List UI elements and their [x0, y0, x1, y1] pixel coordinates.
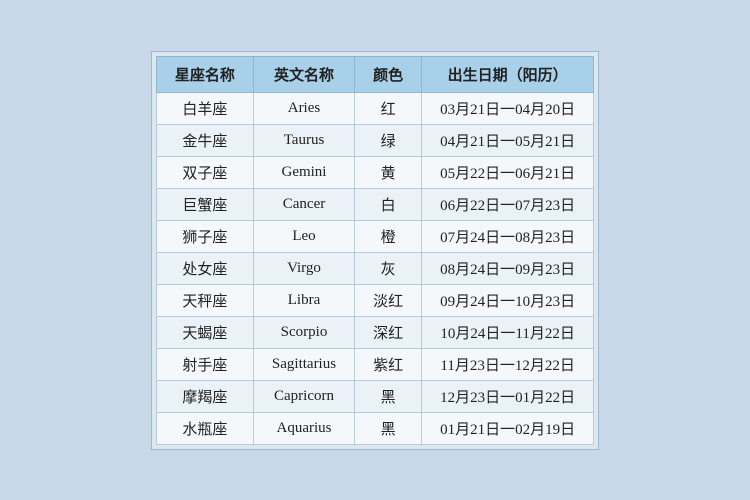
cell-english: Capricorn: [253, 380, 354, 412]
cell-english: Cancer: [253, 188, 354, 220]
cell-chinese: 金牛座: [156, 124, 253, 156]
cell-chinese: 摩羯座: [156, 380, 253, 412]
zodiac-table-container: 星座名称 英文名称 颜色 出生日期（阳历） 白羊座Aries红03月21日一04…: [151, 51, 599, 450]
col-header-date: 出生日期（阳历）: [422, 56, 594, 92]
table-row: 水瓶座Aquarius黑01月21日一02月19日: [156, 412, 593, 444]
cell-english: Scorpio: [253, 316, 354, 348]
cell-english: Aquarius: [253, 412, 354, 444]
cell-color: 白: [355, 188, 422, 220]
cell-chinese: 白羊座: [156, 92, 253, 124]
cell-date: 11月23日一12月22日: [422, 348, 594, 380]
cell-date: 10月24日一11月22日: [422, 316, 594, 348]
table-row: 摩羯座Capricorn黑12月23日一01月22日: [156, 380, 593, 412]
cell-color: 黄: [355, 156, 422, 188]
cell-color: 橙: [355, 220, 422, 252]
cell-date: 12月23日一01月22日: [422, 380, 594, 412]
cell-date: 03月21日一04月20日: [422, 92, 594, 124]
col-header-english: 英文名称: [253, 56, 354, 92]
cell-color: 绿: [355, 124, 422, 156]
cell-color: 深红: [355, 316, 422, 348]
table-row: 双子座Gemini黄05月22日一06月21日: [156, 156, 593, 188]
cell-date: 06月22日一07月23日: [422, 188, 594, 220]
cell-color: 黑: [355, 412, 422, 444]
cell-date: 08月24日一09月23日: [422, 252, 594, 284]
col-header-color: 颜色: [355, 56, 422, 92]
cell-english: Gemini: [253, 156, 354, 188]
cell-date: 01月21日一02月19日: [422, 412, 594, 444]
table-row: 金牛座Taurus绿04月21日一05月21日: [156, 124, 593, 156]
cell-date: 05月22日一06月21日: [422, 156, 594, 188]
cell-english: Libra: [253, 284, 354, 316]
cell-date: 09月24日一10月23日: [422, 284, 594, 316]
cell-chinese: 射手座: [156, 348, 253, 380]
cell-chinese: 处女座: [156, 252, 253, 284]
cell-chinese: 天蝎座: [156, 316, 253, 348]
table-row: 狮子座Leo橙07月24日一08月23日: [156, 220, 593, 252]
table-row: 白羊座Aries红03月21日一04月20日: [156, 92, 593, 124]
cell-english: Leo: [253, 220, 354, 252]
cell-chinese: 巨蟹座: [156, 188, 253, 220]
cell-color: 紫红: [355, 348, 422, 380]
cell-english: Aries: [253, 92, 354, 124]
cell-date: 07月24日一08月23日: [422, 220, 594, 252]
cell-english: Taurus: [253, 124, 354, 156]
table-row: 射手座Sagittarius紫红11月23日一12月22日: [156, 348, 593, 380]
table-row: 巨蟹座Cancer白06月22日一07月23日: [156, 188, 593, 220]
col-header-chinese: 星座名称: [156, 56, 253, 92]
cell-color: 淡红: [355, 284, 422, 316]
table-header-row: 星座名称 英文名称 颜色 出生日期（阳历）: [156, 56, 593, 92]
cell-chinese: 水瓶座: [156, 412, 253, 444]
cell-date: 04月21日一05月21日: [422, 124, 594, 156]
cell-color: 黑: [355, 380, 422, 412]
table-row: 天秤座Libra淡红09月24日一10月23日: [156, 284, 593, 316]
table-row: 天蝎座Scorpio深红10月24日一11月22日: [156, 316, 593, 348]
cell-chinese: 狮子座: [156, 220, 253, 252]
cell-color: 灰: [355, 252, 422, 284]
cell-english: Virgo: [253, 252, 354, 284]
cell-color: 红: [355, 92, 422, 124]
cell-chinese: 天秤座: [156, 284, 253, 316]
zodiac-table: 星座名称 英文名称 颜色 出生日期（阳历） 白羊座Aries红03月21日一04…: [156, 56, 594, 445]
table-row: 处女座Virgo灰08月24日一09月23日: [156, 252, 593, 284]
cell-chinese: 双子座: [156, 156, 253, 188]
cell-english: Sagittarius: [253, 348, 354, 380]
